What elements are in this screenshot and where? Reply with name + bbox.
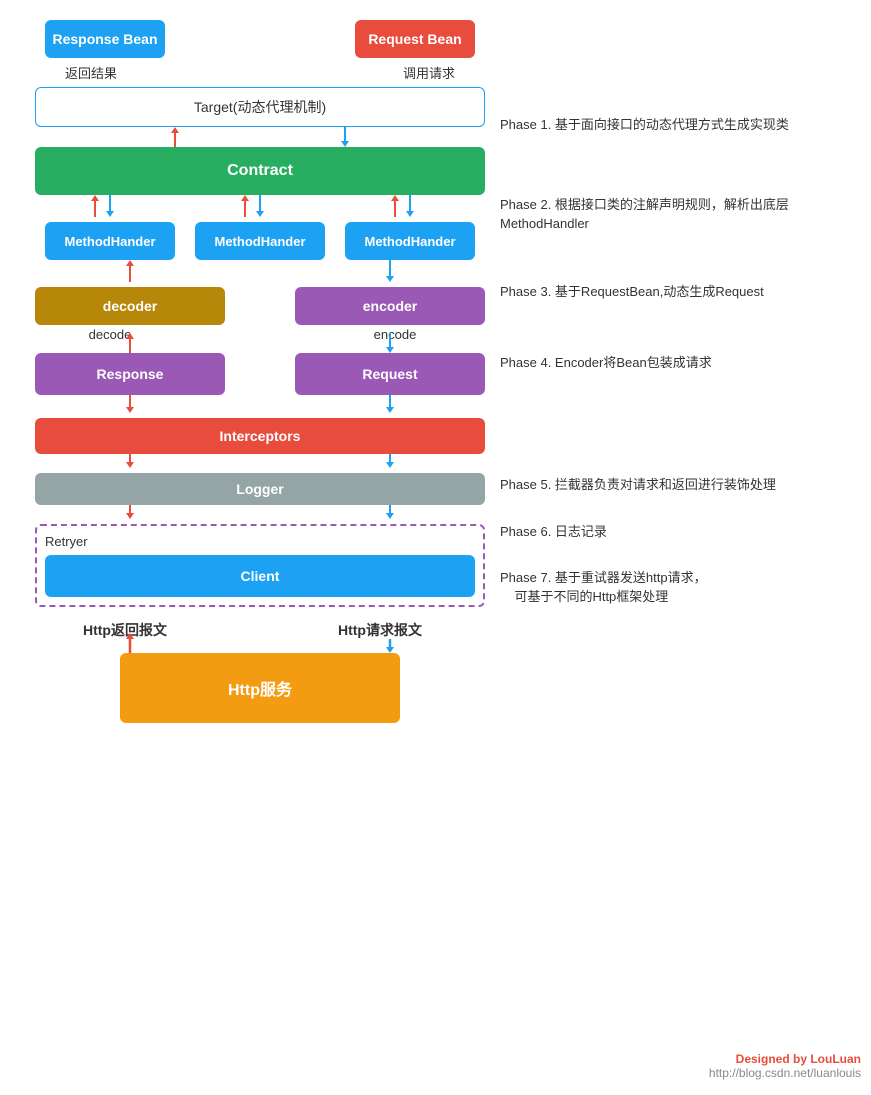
phase5-text: Phase 5. 拦截器负责对请求和返回进行装饰处理	[500, 475, 860, 495]
decoder-box: decoder	[35, 287, 225, 325]
svg-text:decode: decode	[89, 327, 132, 342]
phase4-text: Phase 4. Encoder将Bean包装成请求	[500, 353, 860, 373]
response-bean-box: Response Bean	[45, 20, 165, 58]
request-bean-box: Request Bean	[355, 20, 475, 58]
watermark: Designed by LouLuan http://blog.csdn.net…	[709, 1052, 861, 1080]
phase1-text: Phase 1. 基于面向接口的动态代理方式生成实现类	[500, 115, 860, 135]
logger-box: Logger	[35, 473, 485, 505]
codec-arrows: decode encode	[35, 325, 485, 353]
call-label: 调用请求	[403, 63, 455, 82]
http-service-row: Http服务	[35, 653, 485, 723]
target-box: Target(动态代理机制)	[35, 87, 485, 127]
http-labels-section: Http返回报文 Http请求报文	[35, 607, 485, 653]
phase6-text: Phase 6. 日志记录	[500, 522, 860, 542]
phase5-annotation: Phase 5. 拦截器负责对请求和返回进行装饰处理	[500, 475, 860, 495]
codec-row: decoder encoder	[35, 287, 485, 325]
svg-text:Http请求报文: Http请求报文	[338, 622, 423, 638]
bean-labels-row: 返回结果 调用请求	[15, 63, 505, 82]
phase7-annotation: Phase 7. 基于重试器发送http请求， 可基于不同的Http框架处理	[500, 568, 860, 607]
phase3-text: Phase 3. 基于RequestBean,动态生成Request	[500, 282, 860, 302]
interceptors-row: Interceptors	[35, 418, 485, 454]
retryer-container: Retryer Client	[35, 524, 485, 607]
svg-text:Http返回报文: Http返回报文	[83, 622, 168, 638]
method-handler-1: MethodHander	[45, 222, 175, 260]
contract-box: Contract	[35, 147, 485, 195]
request-box: Request	[295, 353, 485, 395]
phase6-annotation: Phase 6. 日志记录	[500, 522, 860, 542]
phase2-annotation: Phase 2. 根据接口类的注解声明规则，解析出底层MethodHandler	[500, 195, 860, 234]
contract-row: Contract	[35, 147, 485, 195]
watermark-url: http://blog.csdn.net/luanlouis	[709, 1066, 861, 1080]
arrow-interceptors-logger	[35, 454, 485, 473]
arrow-logger-client	[35, 505, 485, 524]
target-row: Target(动态代理机制)	[35, 87, 485, 127]
phase1-annotation: Phase 1. 基于面向接口的动态代理方式生成实现类	[500, 115, 860, 135]
arrow-contract-handlers	[35, 195, 485, 222]
retryer-row: Retryer Client	[35, 524, 485, 607]
client-box: Client	[45, 555, 475, 597]
response-box: Response	[35, 353, 225, 395]
encoder-box: encoder	[295, 287, 485, 325]
right-panel: Phase 1. 基于面向接口的动态代理方式生成实现类 Phase 2. 根据接…	[490, 10, 860, 607]
svg-text:encode: encode	[374, 327, 417, 342]
phase2-text: Phase 2. 根据接口类的注解声明规则，解析出底层MethodHandler	[500, 195, 860, 234]
designed-by-label: Designed by LouLuan	[709, 1052, 861, 1066]
handlers-row: MethodHander MethodHander MethodHander	[35, 222, 485, 260]
beans-row: Response Bean Request Bean	[15, 20, 505, 58]
return-label: 返回结果	[65, 63, 117, 82]
http-service-box: Http服务	[120, 653, 400, 723]
method-handler-2: MethodHander	[195, 222, 325, 260]
phase4-annotation: Phase 4. Encoder将Bean包装成请求	[500, 353, 860, 373]
interceptors-box: Interceptors	[35, 418, 485, 454]
resp-req-row: Response Request	[35, 353, 485, 395]
arrow-resp-req-interceptors	[35, 395, 485, 418]
arrow-handlers-codec	[35, 260, 485, 287]
phase7-text: Phase 7. 基于重试器发送http请求， 可基于不同的Http框架处理	[500, 568, 860, 607]
left-panel: Response Bean Request Bean 返回结果 调用请求 Tar…	[15, 10, 505, 723]
logger-row: Logger	[35, 473, 485, 505]
retryer-label: Retryer	[45, 534, 475, 549]
method-handler-3: MethodHander	[345, 222, 475, 260]
diagram-area: Response Bean Request Bean 返回结果 调用请求 Tar…	[0, 0, 871, 1095]
arrow-target-contract	[35, 127, 485, 147]
phase3-annotation: Phase 3. 基于RequestBean,动态生成Request	[500, 282, 860, 302]
